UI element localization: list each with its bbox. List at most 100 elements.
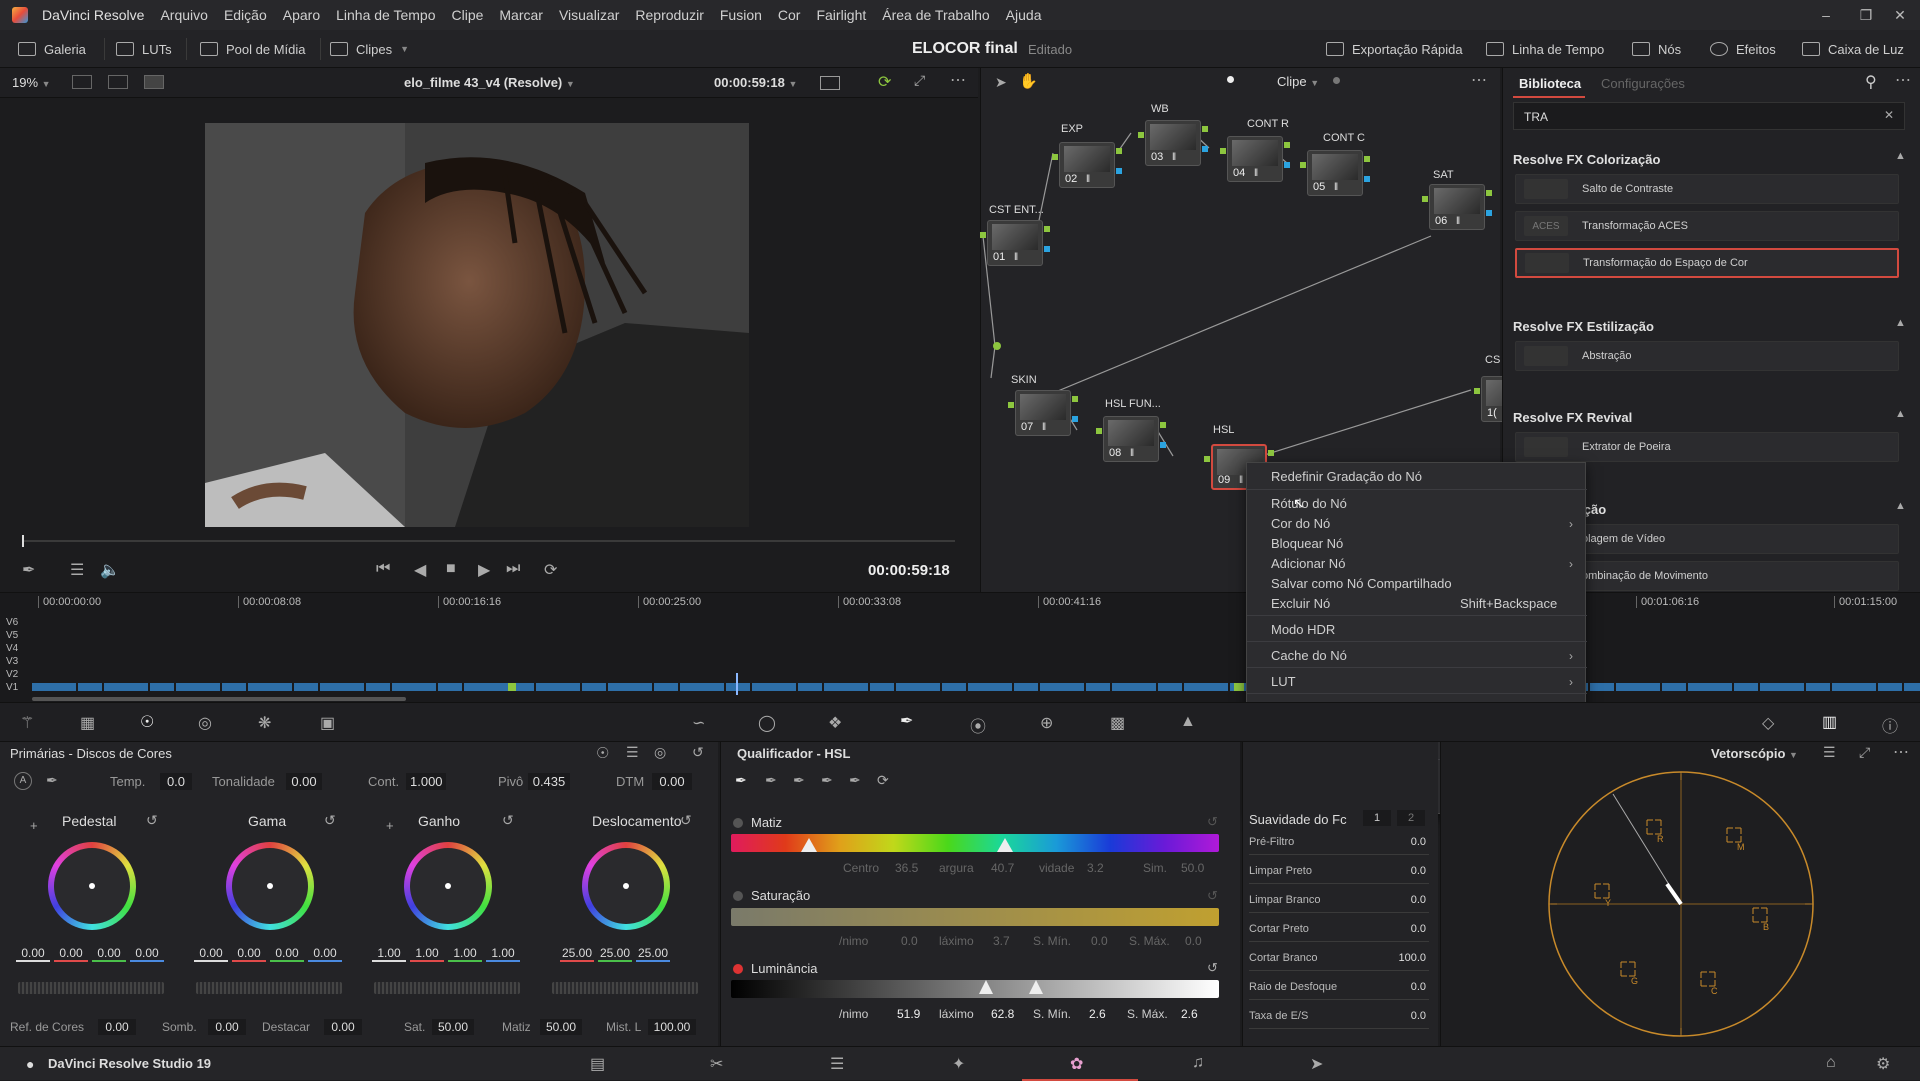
lum-smax-value[interactable]: 2.6 <box>1181 1007 1198 1021</box>
node-key-pin[interactable] <box>1044 246 1050 252</box>
scopes-icon[interactable]: ▥ <box>1822 712 1837 732</box>
context-menu-item[interactable]: Cache do Nó <box>1271 648 1347 663</box>
wheel-value-field[interactable]: 1.00 <box>410 946 444 962</box>
cut-page-icon[interactable]: ✂ <box>710 1054 723 1074</box>
wheel-reset-icon[interactable]: ↺ <box>324 812 336 829</box>
more-options-icon[interactable]: ⋯ <box>1893 742 1909 762</box>
window-icon[interactable]: ⦿ <box>970 713 986 737</box>
wheel-puck[interactable] <box>445 883 451 889</box>
color-wheel[interactable] <box>226 842 314 930</box>
node-input-pin[interactable] <box>1096 428 1102 434</box>
node-04[interactable]: 04 ‖ <box>1227 136 1283 182</box>
node-input-pin[interactable] <box>1138 132 1144 138</box>
wheel-reset-icon[interactable]: ↺ <box>502 812 514 829</box>
node-key-pin[interactable] <box>1486 210 1492 216</box>
node-output-pin[interactable] <box>1116 148 1122 154</box>
more-options-icon[interactable]: ⋯ <box>950 70 966 90</box>
node-input-pin[interactable] <box>1422 196 1428 202</box>
library-section-title[interactable]: Resolve FX Revival <box>1513 410 1632 425</box>
context-menu-item[interactable]: Redefinir Gradação do Nó <box>1271 469 1422 484</box>
node-output-pin[interactable] <box>1072 396 1078 402</box>
wheel-value-field[interactable]: 0.00 <box>130 946 164 962</box>
effect-item[interactable]: Extrator de Poeira <box>1515 432 1899 462</box>
master-wheel-slider[interactable] <box>18 982 164 994</box>
tint-field[interactable]: 0.00 <box>286 773 322 790</box>
menu-item[interactable]: Edição <box>216 7 275 23</box>
menu-item[interactable]: Clipe <box>443 7 491 23</box>
scrubber-playhead[interactable] <box>22 535 24 547</box>
effects-search-input[interactable]: TRA ✕ <box>1513 102 1905 130</box>
wheel-puck[interactable] <box>623 883 629 889</box>
curves-icon[interactable]: ∽ <box>692 713 705 733</box>
effects-toggle-button[interactable]: Efeitos <box>1710 30 1776 68</box>
sat-smax-value[interactable]: 0.0 <box>1185 934 1202 948</box>
timeline-scrollbar[interactable] <box>32 697 406 701</box>
scope-type-select[interactable]: Vetorscópio ▼ <box>1711 746 1798 761</box>
node-06[interactable]: 06 ‖ <box>1429 184 1485 230</box>
library-section-title[interactable]: Resolve FX Colorização <box>1513 152 1660 167</box>
hue-handle-left[interactable] <box>801 838 817 852</box>
lum-smin-value[interactable]: 2.6 <box>1089 1007 1106 1021</box>
wheel-puck[interactable] <box>267 883 273 889</box>
color-boost-field[interactable]: 0.00 <box>98 1019 136 1035</box>
wheel-value-field[interactable]: 0.00 <box>308 946 342 962</box>
context-menu-item[interactable]: Rótulo do Nó <box>1271 496 1347 511</box>
node-01[interactable]: 01 ‖ <box>987 220 1043 266</box>
wheel-reset-icon[interactable]: ↺ <box>680 812 692 829</box>
context-menu-item[interactable]: LUT <box>1271 674 1296 689</box>
node-input-pin[interactable] <box>1204 456 1210 462</box>
lum-toggle[interactable] <box>733 964 743 974</box>
wheel-value-field[interactable]: 1.00 <box>486 946 520 962</box>
contrast-field[interactable]: 1.000 <box>406 773 446 790</box>
camera-raw-icon[interactable]: ⚚ <box>20 713 34 733</box>
qualifier-icon[interactable]: ✒ <box>900 711 913 731</box>
node-output-pin[interactable] <box>1268 450 1274 456</box>
node-05[interactable]: 05 ‖ <box>1307 150 1363 196</box>
view-mode-grid-icon[interactable] <box>108 75 128 89</box>
fusion-page-icon[interactable]: ✦ <box>952 1054 965 1074</box>
sat-min-value[interactable]: 0.0 <box>901 934 918 948</box>
crosshair-icon[interactable]: + <box>386 818 394 833</box>
effect-item[interactable]: Abstração <box>1515 341 1899 371</box>
fairlight-page-icon[interactable]: ♫ <box>1192 1054 1204 1072</box>
dtm-field[interactable]: 0.00 <box>652 773 692 790</box>
wheel-value-field[interactable]: 0.00 <box>232 946 266 962</box>
effect-item[interactable]: Transformação do Espaço de Cor <box>1515 248 1899 278</box>
color-wheel[interactable] <box>582 842 670 930</box>
node-key-pin[interactable] <box>1202 146 1208 152</box>
wheel-puck[interactable] <box>89 883 95 889</box>
home-icon[interactable]: ⌂ <box>1826 1054 1836 1072</box>
node-07[interactable]: 07 ‖ <box>1015 390 1071 436</box>
fullscreen-icon[interactable]: ⤢ <box>914 72 925 89</box>
timeline-toggle-button[interactable]: Linha de Tempo <box>1486 30 1604 68</box>
feather-plus-icon[interactable]: ✒ <box>849 772 861 789</box>
keyer-row-slider[interactable] <box>1249 883 1429 884</box>
keyer-row-value[interactable]: 0.0 <box>1411 836 1426 848</box>
keyframes-icon[interactable]: ◇ <box>1762 713 1774 733</box>
sat-reset-icon[interactable]: ↺ <box>1207 888 1218 904</box>
menu-item[interactable]: Visualizar <box>551 7 627 23</box>
scrubber-track[interactable] <box>22 540 955 542</box>
keyer-tab-1[interactable]: 1 <box>1363 810 1391 826</box>
clips-button[interactable]: Clipes ▼ <box>330 30 409 68</box>
effect-item[interactable]: Salto de Contraste <box>1515 174 1899 204</box>
view-mode-single-icon[interactable] <box>72 75 92 89</box>
node-key-pin[interactable] <box>1160 442 1166 448</box>
sat-bar[interactable] <box>731 908 1219 926</box>
library-section-title[interactable]: Resolve FX Estilização <box>1513 319 1654 334</box>
menu-app[interactable]: DaVinci Resolve <box>34 7 152 23</box>
timeline-playhead[interactable] <box>736 673 738 695</box>
lum-max-value[interactable]: 62.8 <box>991 1007 1014 1021</box>
rgb-mixer-icon[interactable]: ❋ <box>258 713 271 733</box>
node-output-pin[interactable] <box>1486 190 1492 196</box>
keyer-row-value[interactable]: 0.0 <box>1411 923 1426 935</box>
stop-icon[interactable]: ■ <box>446 560 456 578</box>
hue-handle-right[interactable] <box>997 838 1013 852</box>
go-to-end-icon[interactable]: ⏭ <box>506 560 520 578</box>
crosshair-icon[interactable]: + <box>30 818 38 833</box>
mini-timeline[interactable]: 00:00:00:00 00:00:08:08 00:00:16:16 00:00:2… <box>0 592 1920 702</box>
hue-sym-value[interactable]: 50.0 <box>1181 861 1204 875</box>
search-icon[interactable]: ⚲ <box>1865 72 1877 92</box>
scope-expand-icon[interactable]: ⤢ <box>1859 744 1870 761</box>
tab-library[interactable]: Biblioteca <box>1519 76 1581 91</box>
